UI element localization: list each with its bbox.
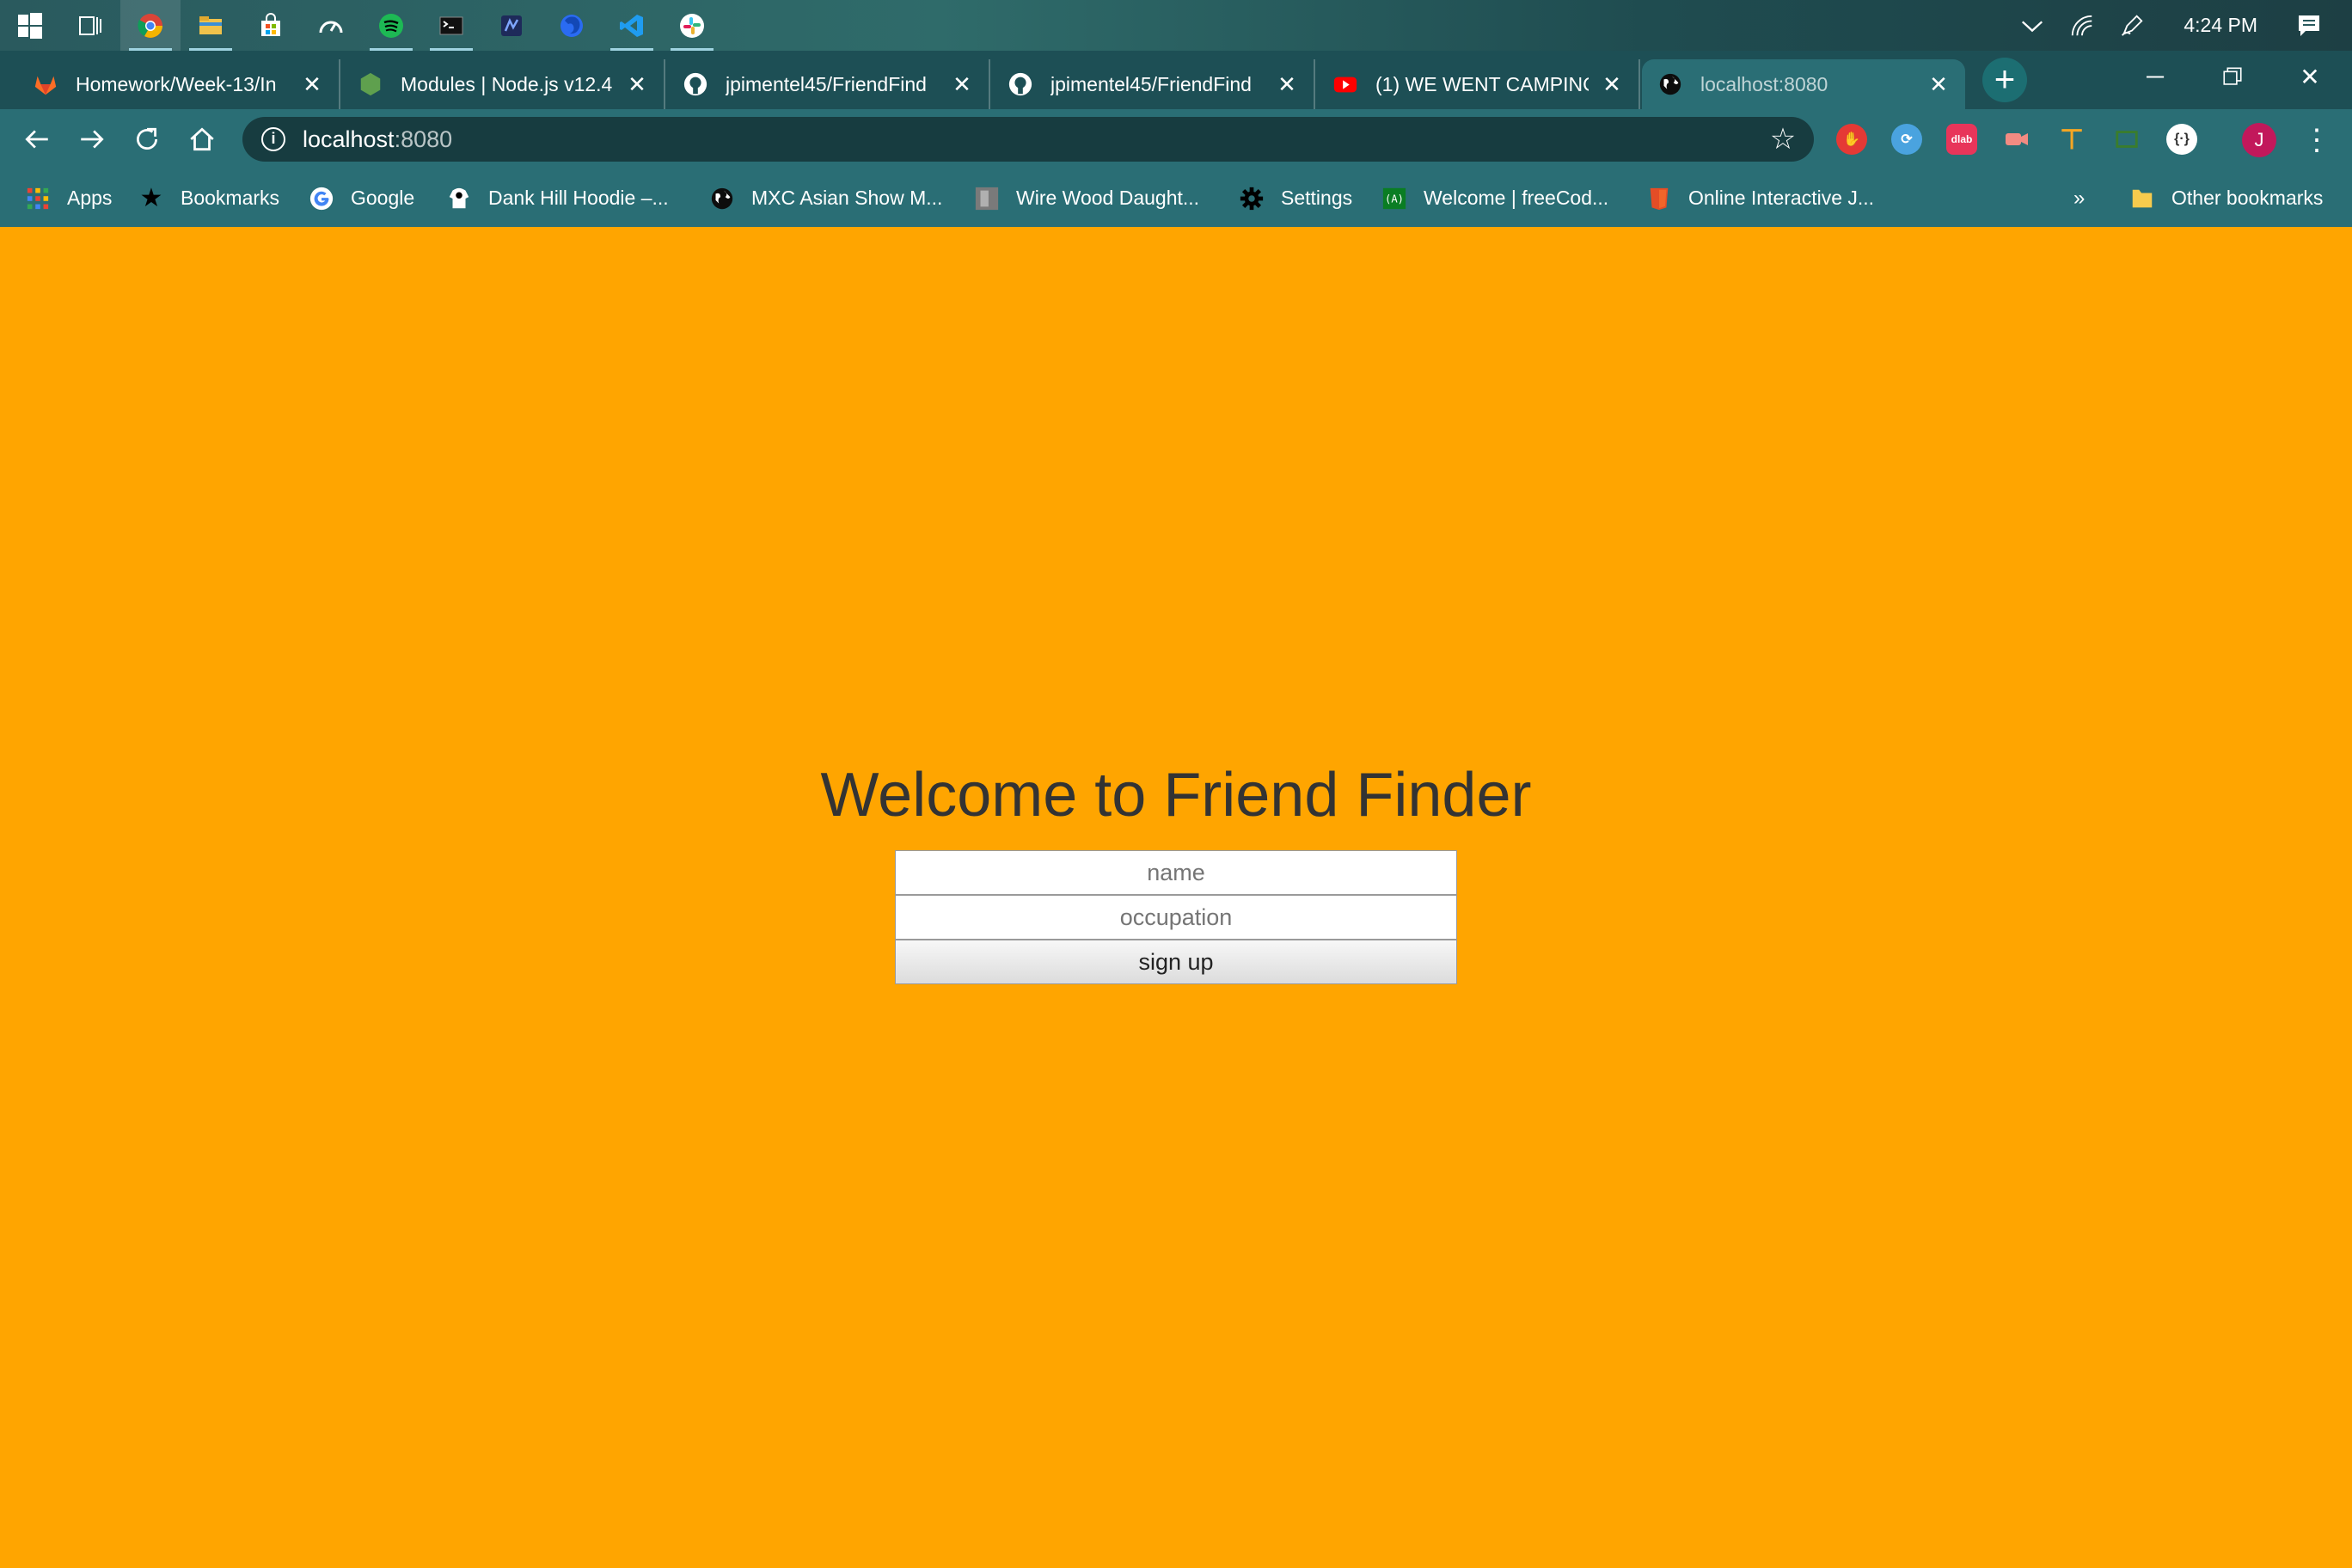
forward-button[interactable] <box>70 118 113 161</box>
freecodecamp-icon: (A) <box>1381 185 1408 212</box>
hand-extension-icon[interactable]: ✋ <box>1836 124 1867 155</box>
tab-homework[interactable]: Homework/Week-13/In ✕ <box>17 59 340 109</box>
avatar[interactable]: J <box>2242 123 2276 157</box>
chevron-up-icon[interactable] <box>2015 9 2049 43</box>
occupation-field[interactable] <box>895 895 1457 940</box>
bookmark-freecodecamp[interactable]: (A) Welcome | freeCod... <box>1381 169 1608 227</box>
address-bar[interactable]: i localhost:8080 ☆ <box>242 117 1814 162</box>
store-icon[interactable] <box>241 0 301 51</box>
bookmark-label: Other bookmarks <box>2171 187 2324 209</box>
windows-taskbar: 4:24 PM <box>0 0 2352 51</box>
tab-github-friendfinder-1[interactable]: jpimentel45/FriendFind ✕ <box>667 59 990 109</box>
globe-icon <box>1657 71 1683 97</box>
html5-icon <box>1645 185 1673 212</box>
bookmark-label: Apps <box>67 187 113 209</box>
bookmarks-overflow-button[interactable]: » <box>2073 169 2085 227</box>
pen-icon[interactable] <box>2115 9 2149 43</box>
name-field[interactable] <box>895 850 1457 895</box>
info-icon[interactable]: i <box>261 127 285 151</box>
page-content: Welcome to Friend Finder sign up <box>0 227 2352 1568</box>
bookmark-other-bookmarks[interactable]: Other bookmarks <box>2128 169 2323 227</box>
bookmark-online-interactive[interactable]: Online Interactive J... <box>1645 169 1874 227</box>
link-extension-icon[interactable]: ⟳ <box>1891 124 1922 155</box>
bookmark-label: MXC Asian Show M... <box>751 187 943 209</box>
google-icon <box>308 185 335 212</box>
spotify-icon[interactable] <box>361 0 421 51</box>
json-extension-icon[interactable]: {·} <box>2166 124 2197 155</box>
bookmark-star-icon[interactable]: ☆ <box>1767 124 1798 155</box>
home-button[interactable] <box>181 118 224 161</box>
tab-localhost-active[interactable]: localhost:8080 ✕ <box>1642 59 1965 109</box>
bookmark-label: Welcome | freeCod... <box>1424 187 1609 209</box>
new-tab-button[interactable]: + <box>1982 58 2027 102</box>
bookmarks-bar: Apps ★ Bookmarks Google Dank Hill Hoodie… <box>0 169 2352 227</box>
close-tab-icon[interactable]: ✕ <box>1276 73 1298 95</box>
gitlab-icon <box>33 71 58 97</box>
bookmark-label: Dank Hill Hoodie –... <box>488 187 669 209</box>
bookmark-label: Wire Wood Daught... <box>1016 187 1200 209</box>
page-title: Welcome to Friend Finder <box>820 761 1532 830</box>
url-port: :8080 <box>394 126 453 152</box>
bookmark-wire-wood-daughter[interactable]: Wire Wood Daught... <box>973 169 1199 227</box>
bookmark-label: Google <box>351 187 415 209</box>
minimize-window-icon[interactable]: ─ <box>2116 51 2194 102</box>
tools-extension-icon[interactable]: ⊤ <box>2056 124 2087 155</box>
taskbar-clock[interactable]: 4:24 PM <box>2184 14 2257 37</box>
tab-github-friendfinder-2[interactable]: jpimentel45/FriendFind ✕ <box>992 59 1315 109</box>
bookmark-mxc-asian-show[interactable]: MXC Asian Show M... <box>708 169 942 227</box>
gear-icon <box>1238 185 1265 212</box>
star-icon: ★ <box>139 184 163 212</box>
close-window-icon[interactable]: ✕ <box>2271 51 2349 102</box>
bookmark-dank-hill-hoodie[interactable]: Dank Hill Hoodie –... <box>445 169 669 227</box>
bookmark-bookmarks[interactable]: ★ Bookmarks <box>138 169 280 227</box>
signup-form: sign up <box>895 850 1457 984</box>
bookmark-label: Online Interactive J... <box>1688 187 1875 209</box>
close-tab-icon[interactable]: ✕ <box>301 73 323 95</box>
globe-icon <box>708 185 736 212</box>
action-center-icon[interactable] <box>2292 9 2326 43</box>
terminal-icon[interactable] <box>421 0 481 51</box>
bookmark-apps[interactable]: Apps <box>24 169 112 227</box>
hoodie-icon <box>445 185 473 212</box>
dlab-extension-icon[interactable]: dlab <box>1946 124 1977 155</box>
browser-toolbar: i localhost:8080 ☆ ✋ ⟳ dlab ⊤ {·} J ⋮ <box>0 109 2352 169</box>
speedometer-icon[interactable] <box>301 0 361 51</box>
folder-icon <box>2128 185 2156 212</box>
system-tray: 4:24 PM <box>2015 0 2352 51</box>
close-tab-icon[interactable]: ✕ <box>951 73 973 95</box>
back-button[interactable] <box>15 118 58 161</box>
tab-youtube-camping[interactable]: (1) WE WENT CAMPING ✕ <box>1317 59 1640 109</box>
close-tab-icon[interactable]: ✕ <box>1927 73 1950 95</box>
url-host: localhost <box>303 126 395 152</box>
firefox-icon[interactable] <box>542 0 602 51</box>
github-icon <box>1008 71 1033 97</box>
svg-text:(A): (A) <box>1385 193 1404 205</box>
task-view-icon[interactable] <box>60 0 120 51</box>
reload-button[interactable] <box>126 118 168 161</box>
image-icon <box>973 185 1001 212</box>
video-extension-icon[interactable] <box>2001 124 2032 155</box>
bookmark-google[interactable]: Google <box>308 169 414 227</box>
close-tab-icon[interactable]: ✕ <box>626 73 648 95</box>
chrome-icon[interactable] <box>120 0 181 51</box>
youtube-icon <box>1332 71 1358 97</box>
sign-up-button[interactable]: sign up <box>895 940 1457 984</box>
bookmark-settings[interactable]: Settings <box>1238 169 1352 227</box>
close-tab-icon[interactable]: ✕ <box>1601 73 1623 95</box>
nodejs-icon <box>358 71 383 97</box>
windows-start-icon[interactable] <box>0 0 60 51</box>
bookmark-label: Bookmarks <box>181 187 280 209</box>
restore-window-icon[interactable] <box>2194 51 2271 102</box>
github-icon <box>683 71 708 97</box>
apps-grid-icon <box>24 185 52 212</box>
bookmark-label: Settings <box>1281 187 1353 209</box>
dev-tool-icon[interactable] <box>481 0 542 51</box>
chrome-menu-icon[interactable]: ⋮ <box>2302 121 2331 159</box>
vscode-icon[interactable] <box>602 0 662 51</box>
tab-nodejs-modules[interactable]: Modules | Node.js v12.4 ✕ <box>342 59 665 109</box>
slack-icon[interactable] <box>662 0 722 51</box>
window-extension-icon[interactable] <box>2111 124 2142 155</box>
file-explorer-icon[interactable] <box>181 0 241 51</box>
wifi-icon[interactable] <box>2065 9 2099 43</box>
